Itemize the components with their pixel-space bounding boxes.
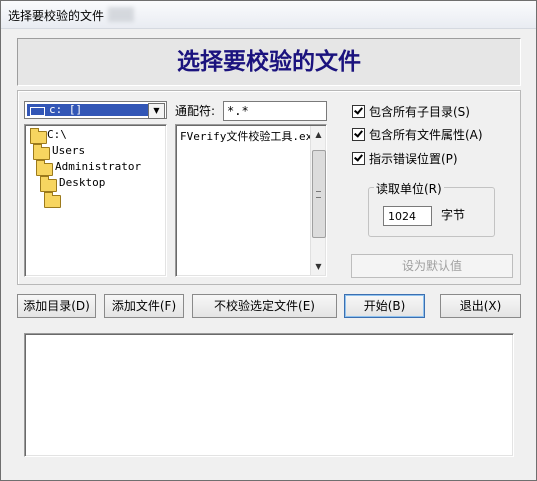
- folder-icon: [30, 128, 47, 144]
- include-subdirs-label: 包含所有子目录(S): [369, 105, 470, 119]
- set-default-button[interactable]: 设为默认值: [351, 254, 513, 278]
- folder-icon: [33, 144, 50, 160]
- include-attrs-label: 包含所有文件属性(A): [369, 128, 483, 142]
- output-list[interactable]: [24, 333, 514, 457]
- drive-icon: [30, 107, 45, 116]
- file-list[interactable]: FVerify文件校验工具.exe ▲ ▼: [175, 124, 327, 277]
- folder-item[interactable]: C:\: [47, 128, 67, 141]
- start-button[interactable]: 开始(B): [344, 294, 425, 318]
- drive-selected-value: c: []: [49, 103, 83, 116]
- file-item[interactable]: FVerify文件校验工具.exe: [180, 128, 310, 144]
- folder-item[interactable]: Users: [52, 144, 85, 157]
- folder-icon: [40, 176, 57, 192]
- checkmark-icon[interactable]: [352, 105, 365, 118]
- checkmark-icon[interactable]: [352, 128, 365, 141]
- drive-selection-highlight: c: []: [27, 103, 148, 116]
- dropdown-arrow-icon[interactable]: ▼: [148, 103, 165, 119]
- directory-list[interactable]: C:\ Users Administrator Desktop: [24, 124, 167, 277]
- window-title: 选择要校验的文件: [8, 9, 105, 23]
- scroll-thumb[interactable]: [312, 150, 326, 238]
- folder-item[interactable]: Administrator: [55, 160, 141, 173]
- title-bar[interactable]: 选择要校验的文件: [1, 1, 536, 29]
- checkmark-icon[interactable]: [352, 152, 365, 165]
- read-unit-suffix: 字节: [441, 208, 466, 222]
- scroll-up-arrow-icon[interactable]: ▲: [311, 126, 326, 143]
- show-error-pos-label: 指示错误位置(P): [369, 152, 458, 166]
- add-directory-button[interactable]: 添加目录(D): [17, 294, 96, 318]
- folder-item[interactable]: Desktop: [59, 176, 105, 189]
- banner-title: 选择要校验的文件: [177, 48, 361, 75]
- read-unit-input[interactable]: 1024: [383, 206, 432, 226]
- pattern-input[interactable]: *.*: [223, 101, 327, 121]
- folder-icon[interactable]: [44, 192, 61, 208]
- banner-panel: 选择要校验的文件: [17, 38, 521, 86]
- folder-icon: [36, 160, 53, 176]
- scroll-grip: [316, 191, 321, 198]
- file-list-scrollbar[interactable]: ▲ ▼: [310, 126, 326, 275]
- drive-select[interactable]: c: [] ▼: [24, 101, 167, 119]
- no-verify-button[interactable]: 不校验选定文件(E): [192, 294, 337, 318]
- read-unit-legend: 读取单位(R): [374, 180, 444, 197]
- pattern-label: 通配符:: [175, 104, 216, 118]
- exit-button[interactable]: 退出(X): [440, 294, 521, 318]
- add-file-button[interactable]: 添加文件(F): [104, 294, 184, 318]
- blurred-title-suffix: [108, 7, 134, 22]
- scroll-down-arrow-icon[interactable]: ▼: [311, 258, 326, 275]
